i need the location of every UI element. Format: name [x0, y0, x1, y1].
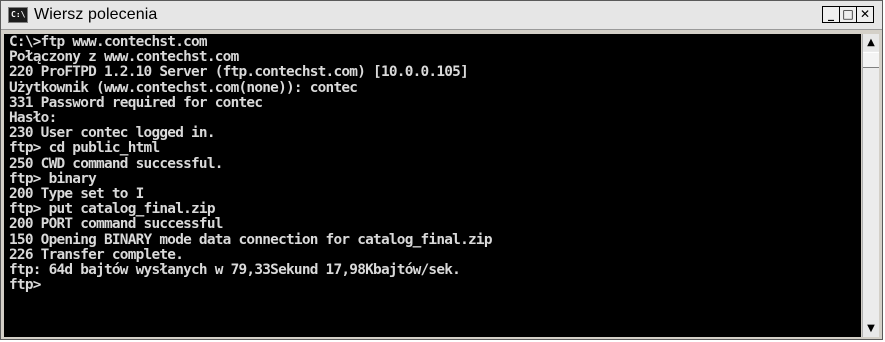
console-line: Hasło: — [9, 110, 57, 127]
console-line: 250 CWD command successful. — [9, 155, 223, 172]
console-line: 200 Type set to I — [9, 186, 144, 203]
console-line: C:\>ftp www.contechst.com — [9, 34, 208, 50]
console-line: ftp> put catalog_final.zip — [9, 201, 216, 218]
scroll-thumb[interactable] — [863, 52, 879, 68]
console-line: ftp> cd public_html — [9, 140, 160, 157]
title-bar[interactable]: C:\ Wiersz polecenia _ □ ✕ — [1, 1, 882, 30]
console-line: Użytkownik (www.contechst.com(none)): co… — [9, 79, 358, 96]
window-title: Wiersz polecenia — [34, 6, 158, 23]
close-button[interactable]: ✕ — [856, 6, 874, 23]
minimize-button[interactable]: _ — [822, 6, 840, 23]
console-line: 331 Password required for contec — [9, 94, 263, 111]
maximize-button[interactable]: □ — [839, 6, 857, 23]
scroll-down-icon[interactable]: ▼ — [863, 320, 879, 337]
console-line: ftp> binary — [9, 170, 97, 187]
window-controls: _ □ ✕ — [822, 6, 874, 23]
vertical-scrollbar[interactable]: ▲ ▼ — [862, 34, 879, 337]
console-line: 200 PORT command successful — [9, 216, 223, 233]
scroll-up-icon[interactable]: ▲ — [863, 34, 879, 51]
console-line: 230 User contec logged in. — [9, 125, 216, 142]
console-line: 150 Opening BINARY mode data connection … — [9, 231, 493, 248]
console-line: ftp: 64d bajtów wysłanych w 79,33Sekund … — [9, 262, 461, 279]
command-prompt-window: C:\ Wiersz polecenia _ □ ✕ C:\>ftp www.c… — [0, 0, 883, 340]
console-line: Połączony z www.contechst.com — [9, 49, 239, 66]
console-output[interactable]: C:\>ftp www.contechst.com Połączony z ww… — [4, 34, 861, 337]
console-prompt-line[interactable]: ftp> — [4, 278, 861, 293]
console-line: 226 Transfer complete. — [9, 246, 184, 263]
console-icon[interactable]: C:\ — [8, 7, 28, 23]
console-line: 220 ProFTPD 1.2.10 Server (ftp.contechst… — [9, 64, 469, 81]
console-lines: C:\>ftp www.contechst.com Połączony z ww… — [4, 34, 861, 293]
